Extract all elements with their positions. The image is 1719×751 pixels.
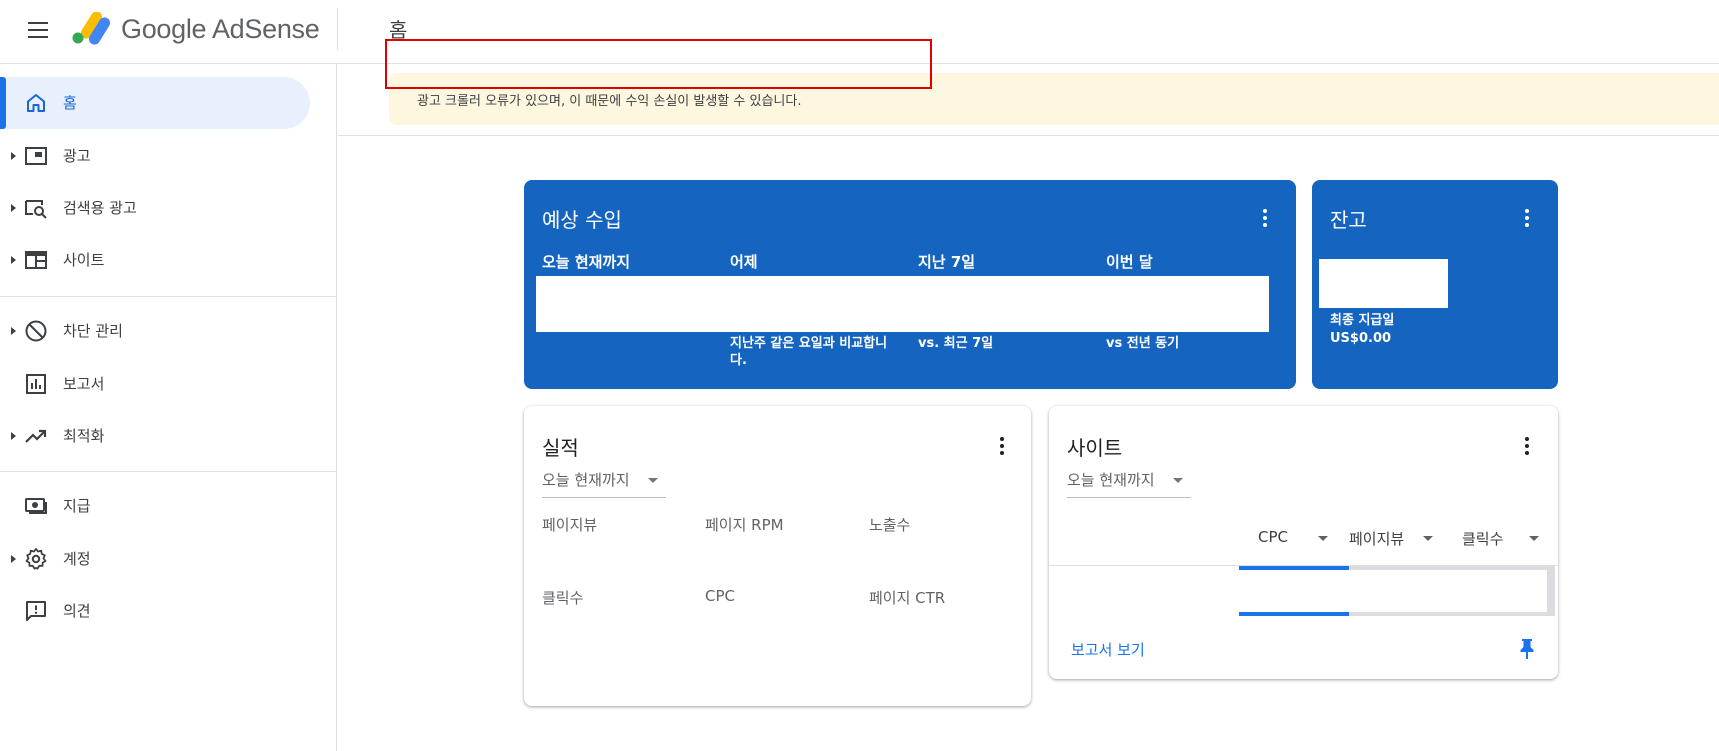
sidebar-item-label: 검색용 광고 — [63, 199, 137, 217]
date-range-dropdown[interactable]: 오늘 현재까지 — [1067, 466, 1191, 498]
card-title: 사이트 — [1067, 436, 1123, 460]
feedback-icon — [26, 601, 46, 621]
sites-icon — [25, 251, 47, 269]
sites-card: 사이트 오늘 현재까지 CPC 페이지뷰 클릭수 보고서 보기 — [1049, 406, 1558, 679]
sidebar-item-label: 최적화 — [63, 427, 105, 445]
metric-pageviews: 페이지뷰 — [542, 516, 598, 534]
redacted-earnings-values — [536, 276, 1269, 332]
last-payment-amount: US$0.00 — [1330, 331, 1392, 346]
column-sort-clicks[interactable]: 클릭수 — [1462, 526, 1544, 550]
adsense-logo — [72, 12, 111, 45]
sidebar-item-search-ads[interactable]: 검색용 광고 — [0, 182, 310, 234]
more-vert-icon[interactable] — [1515, 206, 1539, 230]
sidebar-divider — [0, 471, 337, 472]
table-scrollbar[interactable] — [1547, 566, 1555, 616]
sidebar-item-label: 차단 관리 — [63, 322, 123, 340]
dropdown-arrow-icon — [648, 478, 658, 483]
column-label: 페이지뷰 — [1349, 530, 1405, 548]
dropdown-value: 오늘 현재까지 — [1067, 471, 1155, 489]
menu-icon[interactable] — [26, 18, 50, 42]
block-icon — [25, 320, 47, 342]
expand-caret-icon — [11, 152, 16, 160]
sort-arrow-icon — [1529, 536, 1539, 541]
content-divider — [338, 135, 1719, 136]
sidebar-item-label: 의견 — [63, 602, 91, 620]
metric-impressions: 노출수 — [869, 516, 911, 534]
sidebar-item-reports[interactable]: 보고서 — [0, 358, 310, 410]
alert-text: 광고 크롤러 오류가 있으며, 이 때문에 수익 손실이 발생할 수 있습니다. — [417, 94, 802, 109]
more-vert-icon[interactable] — [1515, 434, 1539, 458]
metric-page-rpm: 페이지 RPM — [705, 516, 784, 534]
earnings-comparison-month: vs 전년 동기 — [1106, 336, 1180, 351]
more-vert-icon[interactable] — [990, 434, 1014, 458]
column-sort-pageviews[interactable]: 페이지뷰 — [1349, 526, 1441, 550]
date-range-dropdown[interactable]: 오늘 현재까지 — [542, 466, 666, 498]
site-row-bar — [1239, 612, 1554, 616]
expand-caret-icon — [11, 555, 16, 563]
sidebar-item-label: 홈 — [63, 94, 77, 112]
sidebar-item-sites[interactable]: 사이트 — [0, 234, 310, 286]
card-title: 실적 — [542, 436, 579, 460]
earnings-period-last7: 지난 7일 — [918, 253, 976, 271]
sidebar-item-home[interactable]: 홈 — [0, 77, 310, 129]
brand-name: Google AdSense — [121, 14, 320, 44]
search-ads-icon — [25, 200, 47, 219]
column-label: CPC — [1258, 528, 1288, 546]
sidebar-item-block-controls[interactable]: 차단 관리 — [0, 305, 310, 357]
performance-card: 실적 오늘 현재까지 페이지뷰 페이지 RPM 노출수 클릭수 CPC 페이지 … — [524, 406, 1031, 706]
earnings-comparison-last7: vs. 최근 7일 — [918, 336, 994, 351]
expand-caret-icon — [11, 432, 16, 440]
estimated-earnings-card: 예상 수입 오늘 현재까지 어제 지난 7일 이번 달 지난주 같은 요일과 비… — [524, 180, 1296, 389]
redacted-balance-value — [1319, 259, 1448, 308]
sidebar-item-payments[interactable]: 지급 — [0, 480, 310, 532]
sidebar-item-account[interactable]: 계정 — [0, 533, 310, 585]
expand-caret-icon — [11, 327, 16, 335]
home-icon — [27, 94, 45, 112]
annotation-highlight-box — [385, 39, 932, 89]
optimization-icon — [25, 429, 47, 443]
sidebar-item-ads[interactable]: 광고 — [0, 130, 310, 182]
earnings-comparison-yesterday: 지난주 같은 요일과 비교합니다. — [730, 336, 888, 368]
expand-caret-icon — [11, 204, 16, 212]
site-row-bar-fill — [1239, 612, 1350, 616]
pin-icon[interactable] — [1517, 637, 1537, 661]
column-sort-cpc[interactable]: CPC — [1258, 526, 1340, 550]
expand-caret-icon — [11, 256, 16, 264]
earnings-period-month: 이번 달 — [1106, 253, 1153, 271]
site-row-bar — [1239, 566, 1554, 570]
metric-cpc: CPC — [705, 587, 735, 605]
header-divider — [337, 8, 338, 50]
sidebar-item-label: 사이트 — [63, 251, 105, 269]
sidebar-item-label: 계정 — [63, 550, 91, 568]
account-icon — [25, 548, 47, 570]
payments-icon — [25, 498, 47, 514]
last-payment-label: 최종 지급일 — [1330, 313, 1395, 328]
sidebar: 홈 광고 검색용 광고 사이트 차단 관리 보고서 최적화 지급 계정 의견 — [0, 64, 337, 751]
dropdown-value: 오늘 현재까지 — [542, 471, 630, 489]
sidebar-divider — [0, 296, 337, 297]
sidebar-item-label: 지급 — [63, 497, 91, 515]
earnings-period-today: 오늘 현재까지 — [542, 253, 631, 271]
card-title: 예상 수입 — [542, 208, 622, 232]
reports-icon — [26, 374, 46, 394]
sort-arrow-icon — [1423, 536, 1433, 541]
metric-clicks: 클릭수 — [542, 589, 584, 607]
dropdown-arrow-icon — [1173, 478, 1183, 483]
balance-card: 잔고 최종 지급일 US$0.00 — [1312, 180, 1558, 389]
ads-icon — [25, 147, 47, 165]
sidebar-item-optimization[interactable]: 최적화 — [0, 410, 310, 462]
sidebar-item-label: 보고서 — [63, 375, 105, 393]
view-report-link[interactable]: 보고서 보기 — [1071, 639, 1145, 660]
column-label: 클릭수 — [1462, 530, 1504, 548]
earnings-period-yesterday: 어제 — [730, 253, 758, 271]
sidebar-item-feedback[interactable]: 의견 — [0, 585, 310, 637]
more-vert-icon[interactable] — [1253, 206, 1277, 230]
site-row-bar-fill — [1239, 566, 1350, 570]
card-title: 잔고 — [1330, 208, 1367, 232]
metric-page-ctr: 페이지 CTR — [869, 589, 946, 607]
sort-arrow-icon — [1318, 536, 1328, 541]
sidebar-item-label: 광고 — [63, 147, 91, 165]
